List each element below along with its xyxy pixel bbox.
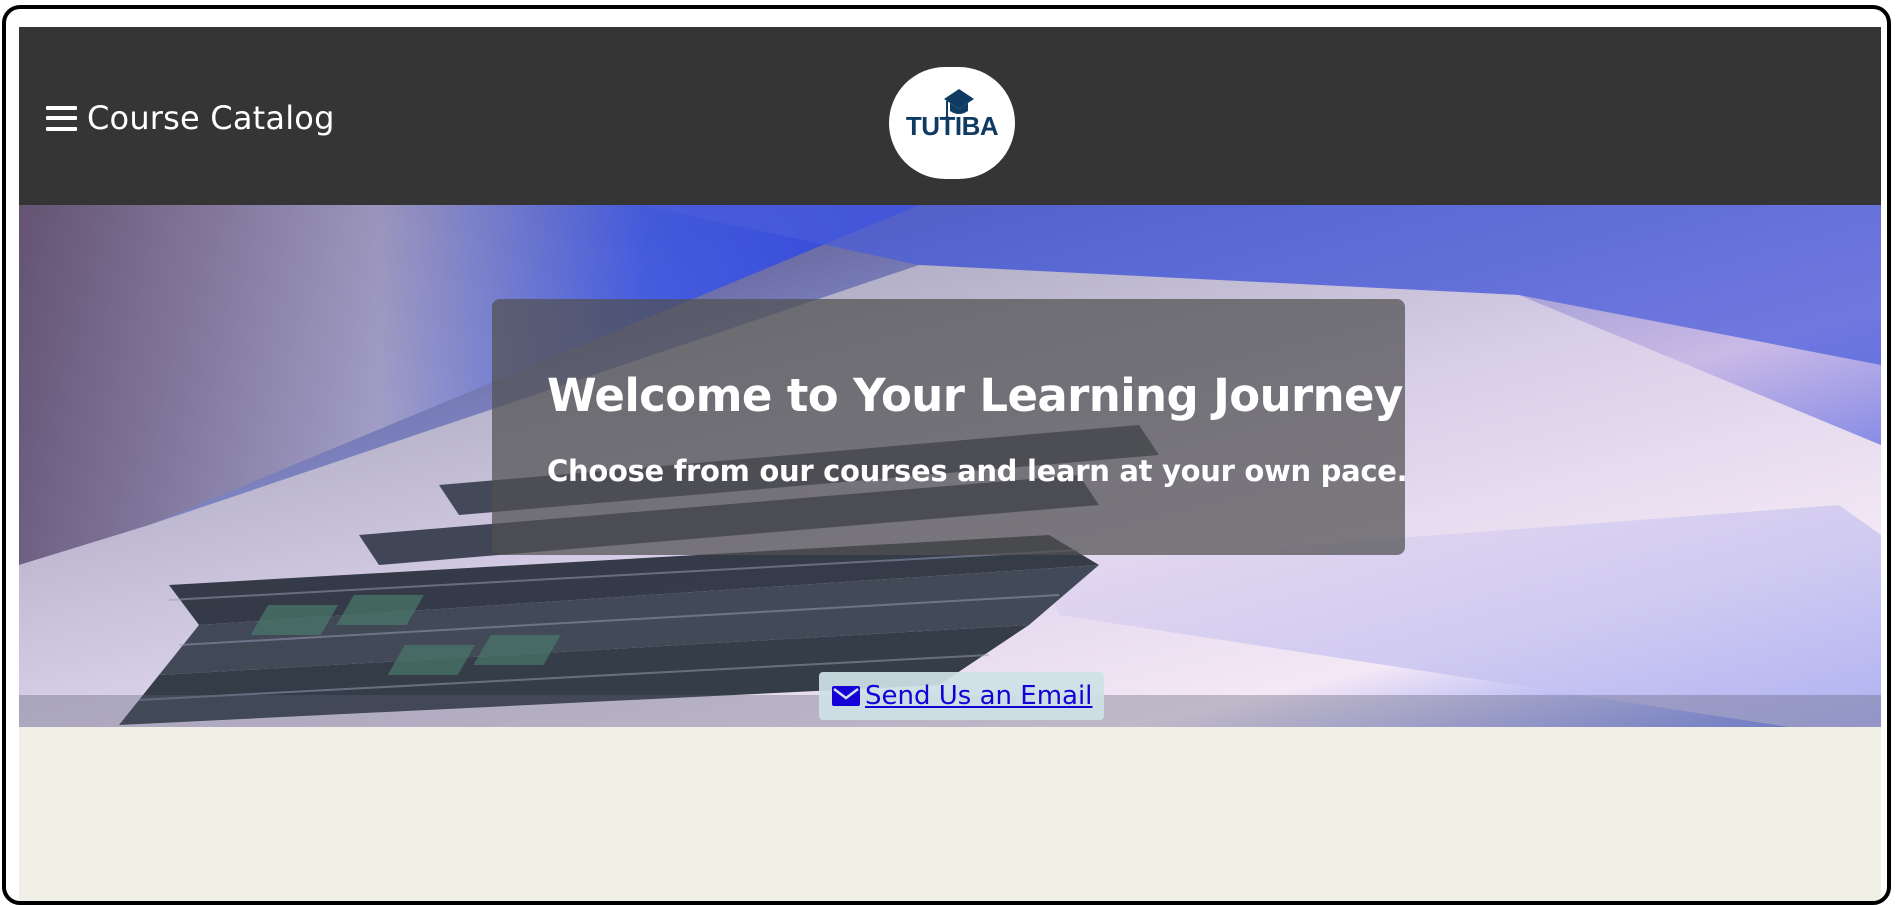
- send-email-button[interactable]: Send Us an Email: [819, 672, 1105, 720]
- page: Course Catalog TUTIBA Welcome to Your Le…: [19, 27, 1881, 901]
- hero-subtitle: Choose from our courses and learn at you…: [547, 454, 1408, 488]
- site-header: Course Catalog TUTIBA: [19, 27, 1881, 205]
- logo-text: TUTIBA: [905, 111, 999, 141]
- course-catalog-menu-button[interactable]: Course Catalog: [46, 99, 335, 137]
- envelope-icon: [832, 686, 860, 706]
- site-logo[interactable]: TUTIBA: [889, 67, 1015, 179]
- hero-card: Welcome to Your Learning Journey Choose …: [492, 299, 1408, 555]
- hero-title: Welcome to Your Learning Journey: [547, 369, 1403, 422]
- hamburger-icon[interactable]: [46, 105, 77, 132]
- send-email-label[interactable]: Send Us an Email: [865, 681, 1092, 711]
- course-catalog-label[interactable]: Course Catalog: [87, 99, 335, 137]
- browser-frame: Course Catalog TUTIBA Welcome to Your Le…: [2, 5, 1891, 905]
- hero-banner: Welcome to Your Learning Journey Choose …: [19, 205, 1881, 727]
